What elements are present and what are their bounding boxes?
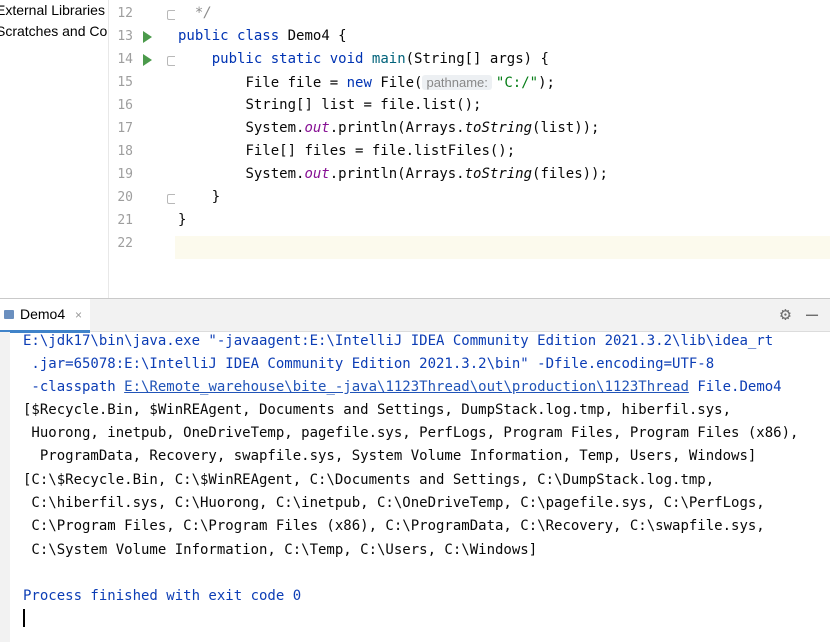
run-toolbar: Demo4 × ⚙ — bbox=[0, 299, 830, 333]
run-class-icon[interactable] bbox=[143, 31, 152, 43]
console-line: C:\Program Files, C:\Program Files (x86)… bbox=[23, 518, 765, 534]
code-line-14: public static void main(String[] args) { bbox=[211, 51, 549, 67]
run-tool-window: Demo4 × ⚙ — E:\jdk17\bin\java.exe "-java… bbox=[0, 298, 830, 642]
text-caret bbox=[23, 609, 25, 627]
code-line-15: File file = new File(pathname: "C:/"); bbox=[245, 75, 555, 91]
console-line: ProgramData, Recovery, swapfile.sys, Sys… bbox=[23, 448, 757, 464]
tree-item-scratches[interactable]: Scratches and Consoles bbox=[0, 23, 108, 39]
gear-icon[interactable]: ⚙ bbox=[780, 304, 791, 325]
console-side-strip bbox=[0, 332, 10, 642]
close-icon[interactable]: × bbox=[75, 308, 82, 322]
tab-demo4[interactable]: Demo4 × bbox=[0, 299, 91, 333]
line-number: 21 bbox=[117, 213, 133, 228]
console-line: Huorong, inetpub, OneDriveTemp, pagefile… bbox=[23, 425, 799, 441]
line-number: 17 bbox=[117, 121, 133, 136]
minus-icon[interactable]: — bbox=[806, 302, 818, 326]
code-line-20: } bbox=[211, 189, 221, 205]
project-panel: External Libraries Scratches and Console… bbox=[0, 0, 108, 298]
line-number: 12 bbox=[117, 6, 133, 21]
code-line-21: } bbox=[178, 212, 187, 228]
line-number: 16 bbox=[117, 98, 133, 113]
code-line-19: System.out.println(Arrays.toString(files… bbox=[245, 166, 608, 182]
line-number: 20 bbox=[117, 190, 133, 205]
code-line-18: File[] files = file.listFiles(); bbox=[245, 143, 516, 159]
console-icon bbox=[4, 310, 14, 319]
parameter-hint: pathname: bbox=[422, 75, 492, 90]
code-line-12: */ bbox=[194, 5, 212, 21]
run-main-icon[interactable] bbox=[143, 54, 152, 66]
console-line: .jar=65078:E:\IntelliJ IDEA Community Ed… bbox=[23, 356, 715, 372]
line-number: 13 bbox=[117, 29, 133, 44]
code-line-13: public class Demo4 { bbox=[178, 28, 347, 44]
code-editor[interactable]: */ public class Demo4 { public static vo… bbox=[175, 0, 830, 298]
editor-gutter: 12 13 14 15 16 17 18 19 20 21 22 bbox=[108, 0, 177, 298]
current-line-highlight bbox=[175, 236, 830, 259]
tree-item-external-libraries[interactable]: External Libraries bbox=[0, 2, 105, 18]
console-line: C:\hiberfil.sys, C:\Huorong, C:\inetpub,… bbox=[23, 495, 765, 511]
line-number: 18 bbox=[117, 144, 133, 159]
code-line-17: System.out.println(Arrays.toString(list)… bbox=[245, 120, 600, 136]
exit-status: Process finished with exit code 0 bbox=[23, 588, 302, 604]
console-line: [$Recycle.Bin, $WinREAgent, Documents an… bbox=[23, 402, 732, 418]
line-number: 15 bbox=[117, 75, 133, 90]
console-line: C:\System Volume Information, C:\Temp, C… bbox=[23, 542, 538, 558]
line-number: 19 bbox=[117, 167, 133, 182]
console-line: E:\jdk17\bin\java.exe "-javaagent:E:\Int… bbox=[23, 333, 774, 349]
classpath-link[interactable]: E:\Remote_warehouse\bite_-java\1123Threa… bbox=[124, 379, 689, 395]
code-line-16: String[] list = file.list(); bbox=[245, 97, 482, 113]
console-line: -classpath E:\Remote_warehouse\bite_-jav… bbox=[23, 379, 782, 395]
tab-label: Demo4 bbox=[20, 306, 66, 322]
line-number: 14 bbox=[117, 52, 133, 67]
line-number: 22 bbox=[117, 236, 133, 251]
console-line: [C:\$Recycle.Bin, C:\$WinREAgent, C:\Doc… bbox=[23, 472, 715, 488]
